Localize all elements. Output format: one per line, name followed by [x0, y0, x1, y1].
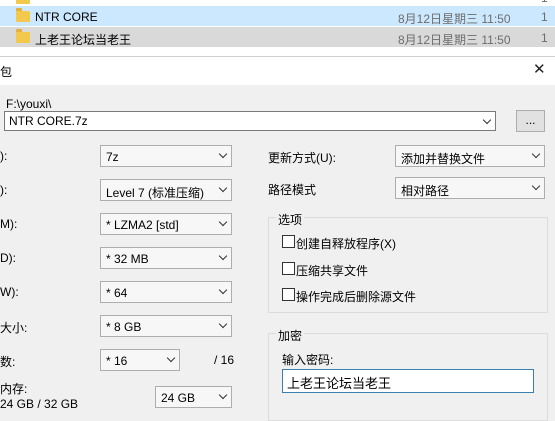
dict-select[interactable]: * 32 MB: [100, 247, 232, 269]
chevron-down-icon[interactable]: [167, 356, 175, 364]
folder-icon: [16, 29, 30, 43]
checkbox[interactable]: [282, 235, 295, 248]
explorer-file-list: 1 NTR CORE 8月12日星期三 11:50 1 上老王论坛当老王 8月1…: [0, 0, 555, 56]
format-value: 7z: [106, 150, 119, 164]
threads-value: * 16: [106, 354, 128, 368]
threads-select[interactable]: * 16: [100, 349, 180, 371]
update-mode-value: 添加并替换文件: [401, 152, 486, 166]
method-value: * LZMA2 [std]: [106, 218, 179, 232]
level-select[interactable]: Level 7 (标准压缩): [100, 179, 232, 201]
option-label: 压缩共享文件: [296, 264, 369, 278]
memory-select[interactable]: 24 GB: [155, 386, 232, 408]
word-label: W):: [0, 285, 19, 299]
password-label: 输入密码:: [282, 353, 334, 367]
dialog-titlebar: 包 ✕: [0, 57, 555, 85]
file-date: 8月12日星期三 11:50: [398, 12, 511, 26]
option-sfx[interactable]: 创建自释放程序(X): [282, 235, 542, 251]
explorer-row-partial[interactable]: 1: [0, 0, 555, 5]
path-mode-value: 相对路径: [401, 184, 450, 198]
folder-icon: [16, 8, 30, 22]
chevron-down-icon[interactable]: [483, 118, 491, 126]
solid-label: 大小:: [0, 321, 28, 335]
level-label: ):: [0, 183, 8, 197]
dialog-title: 包: [0, 65, 13, 79]
file-date: 8月12日星期三 11:50: [398, 33, 511, 47]
file-extra: 1: [541, 31, 548, 45]
option-label: 操作完成后删除源文件: [296, 290, 417, 304]
option-delete[interactable]: 操作完成后删除源文件: [282, 288, 542, 304]
chevron-down-icon[interactable]: [532, 184, 540, 192]
memory-label: 内存:: [0, 382, 28, 396]
format-select[interactable]: 7z: [100, 145, 232, 167]
archive-name-value: NTR CORE.7z: [9, 114, 88, 128]
file-name: 上老王论坛当老王: [35, 33, 132, 47]
method-select[interactable]: * LZMA2 [std]: [100, 213, 232, 235]
archive-path-label: F:\youxi\: [6, 97, 52, 111]
update-mode-select[interactable]: 添加并替换文件: [395, 145, 545, 167]
threads-label: 数:: [0, 355, 16, 369]
close-icon[interactable]: ✕: [533, 60, 546, 78]
path-mode-label: 路径模式: [268, 183, 317, 197]
chevron-down-icon[interactable]: [219, 254, 227, 262]
checkbox[interactable]: [282, 288, 295, 301]
dict-label: D):: [0, 251, 16, 265]
option-label: 创建自释放程序(X): [296, 237, 396, 251]
chevron-down-icon[interactable]: [532, 152, 540, 160]
path-mode-select[interactable]: 相对路径: [395, 177, 545, 199]
archive-name-combo[interactable]: NTR CORE.7z: [4, 111, 496, 131]
memory-usage: 24 GB / 32 GB: [0, 397, 79, 411]
password-input[interactable]: 上老王论坛当老王: [282, 369, 534, 393]
encryption-title: 加密: [276, 327, 305, 344]
word-select[interactable]: * 64: [100, 281, 232, 303]
chevron-down-icon[interactable]: [219, 393, 227, 401]
file-extra: 1: [541, 10, 548, 24]
threads-total: / 16: [214, 353, 235, 367]
file-name: NTR CORE: [35, 10, 98, 24]
memory-value: 24 GB: [161, 391, 196, 405]
chevron-down-icon[interactable]: [219, 186, 227, 194]
chevron-down-icon[interactable]: [219, 220, 227, 228]
word-value: * 64: [106, 286, 128, 300]
explorer-row[interactable]: NTR CORE 8月12日星期三 11:50 1: [0, 6, 555, 26]
option-shared[interactable]: 压缩共享文件: [282, 262, 542, 278]
browse-button[interactable]: ...: [516, 110, 545, 132]
checkbox[interactable]: [282, 262, 295, 275]
partial-text: 1: [541, 0, 548, 5]
chevron-down-icon[interactable]: [219, 322, 227, 330]
add-to-archive-dialog: 包 ✕ F:\youxi\ NTR CORE.7z ... ): ): M): …: [0, 56, 555, 421]
dict-value: * 32 MB: [106, 252, 149, 266]
solid-select[interactable]: * 8 GB: [100, 315, 232, 337]
method-label: M):: [0, 217, 18, 231]
chevron-down-icon[interactable]: [219, 152, 227, 160]
level-value: Level 7 (标准压缩): [106, 186, 205, 200]
options-title: 选项: [276, 211, 305, 228]
explorer-row[interactable]: 上老王论坛当老王 8月12日星期三 11:50 1: [0, 27, 555, 47]
chevron-down-icon[interactable]: [219, 288, 227, 296]
solid-value: * 8 GB: [106, 320, 142, 334]
update-mode-label: 更新方式(U):: [268, 151, 336, 165]
folder-icon: [16, 0, 30, 4]
format-label: ):: [0, 149, 8, 163]
